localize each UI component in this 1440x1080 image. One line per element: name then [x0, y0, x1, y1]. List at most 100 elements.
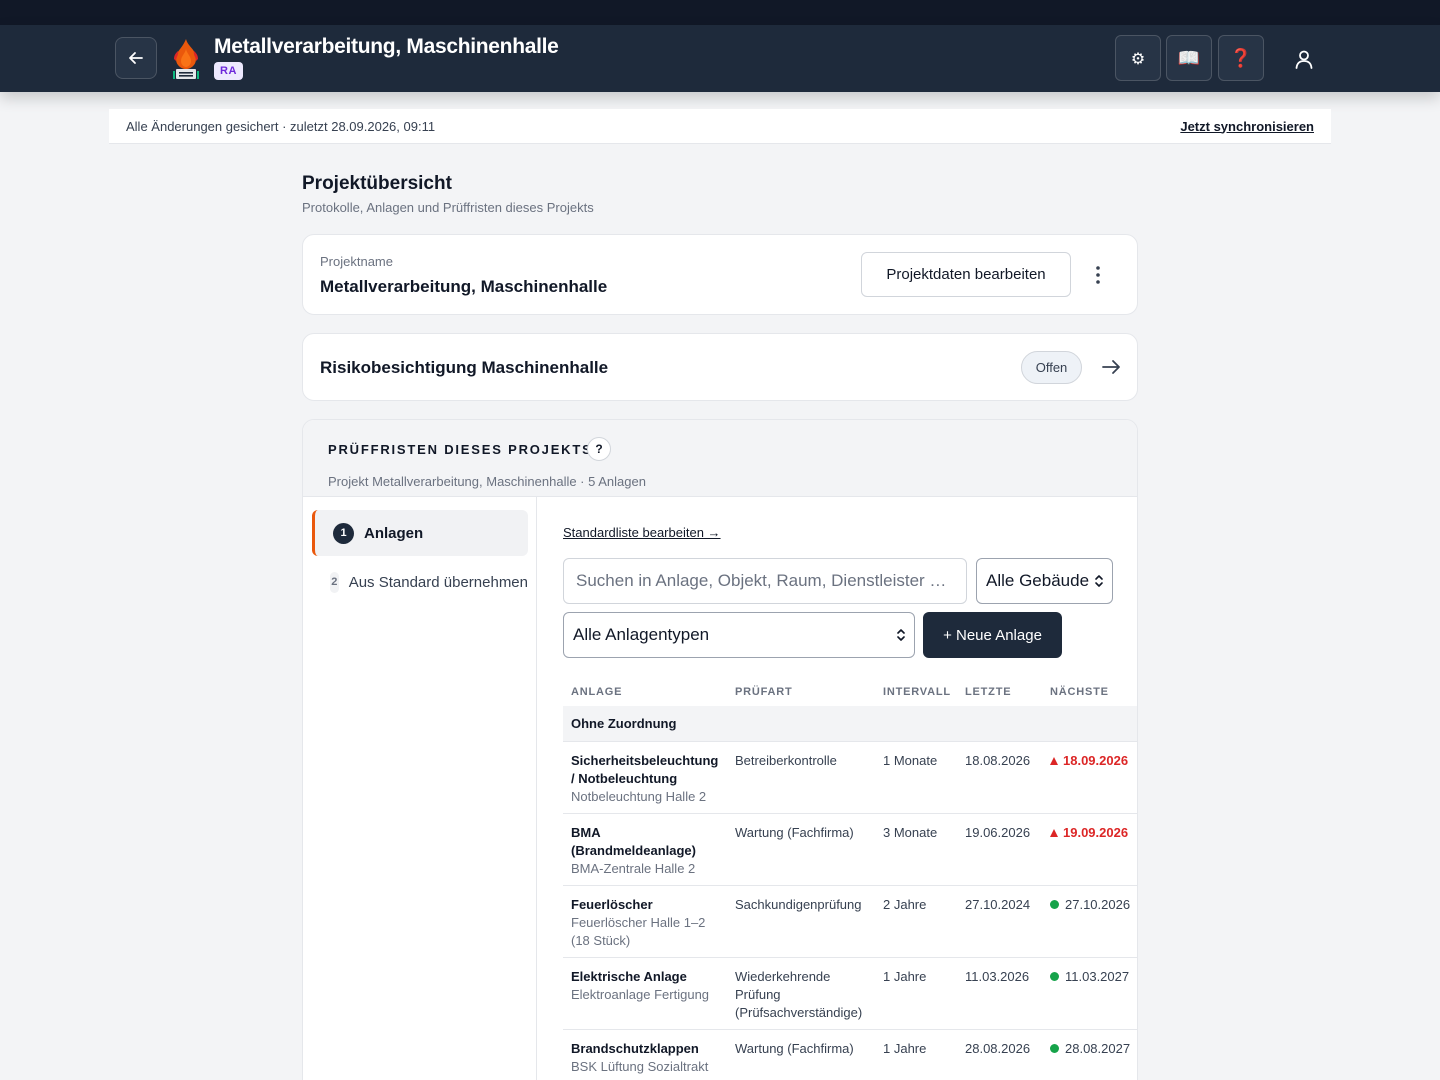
page-subtitle: Protokolle, Anlagen und Prüffristen dies… — [302, 200, 594, 215]
interval: 1 Jahre — [875, 957, 957, 1030]
step-navigation: 1 Anlagen 2 Aus Standard übernehmen — [303, 497, 537, 1080]
project-name-value: Metallverarbeitung, Maschinenhalle — [320, 277, 608, 296]
gear-icon: ⚙ — [1130, 48, 1146, 68]
step-label: Anlagen — [364, 524, 424, 542]
deadlines-help-button[interactable]: ? — [587, 437, 611, 461]
next-date: 19.09.2026 — [1063, 824, 1129, 840]
table-row[interactable]: Brandschutzklappen BSK Lüftung Sozialtrak… — [563, 1029, 1137, 1080]
sync-now-link[interactable]: Jetzt synchronisieren — [1180, 119, 1314, 134]
last-date: 18.08.2026 — [957, 741, 1042, 814]
system-object: Feuerlöscher Halle 1–2 (18 Stück) — [571, 914, 706, 948]
type-filter-select[interactable]: Alle Anlagentypen — [563, 612, 915, 658]
open-inspection-button[interactable] — [1100, 356, 1122, 378]
warning-triangle-icon — [1050, 828, 1058, 837]
sync-status-bar: Alle Änderungen gesichert · zuletzt 28.0… — [109, 109, 1331, 144]
kebab-menu-icon — [1096, 266, 1100, 284]
more-options-button[interactable] — [1089, 260, 1107, 290]
role-badge: RA — [214, 62, 244, 80]
deadlines-subtitle: Projekt Metallverarbeitung, Maschinenhal… — [328, 474, 646, 489]
question-mark-icon: ❓ — [1229, 47, 1253, 69]
status-ok-dot-icon — [1050, 1043, 1059, 1053]
risk-inspection-title: Risikobesichtigung Maschinenhalle — [320, 358, 609, 377]
flame-logo-icon — [170, 37, 202, 81]
window-top-strip — [0, 0, 1440, 25]
building-filter-select[interactable]: Alle Gebäude — [976, 558, 1113, 604]
table-row[interactable]: Elektrische Anlage Elektroanlage Fertigun… — [563, 957, 1137, 1030]
next-date-cell: 27.10.2026 — [1050, 897, 1130, 912]
table-header-row: ANLAGE PRÜFART INTERVALL LETZTE NÄCHSTE — [563, 677, 1137, 706]
system-object: BMA-Zentrale Halle 2 — [571, 860, 696, 876]
deadlines-title: PRÜFFRISTEN DIESES PROJEKTS — [328, 442, 593, 457]
book-icon: 📖 — [1177, 47, 1201, 69]
edit-standard-list-link[interactable]: Standardliste bearbeiten → — [563, 525, 721, 540]
system-name: BMA (Brandmeldeanlage) — [571, 824, 696, 858]
app-title: Metallverarbeitung, Maschinenhalle — [214, 35, 559, 58]
inspection-type: Betreiberkontrolle — [727, 741, 875, 814]
table-row[interactable]: Sicherheitsbeleuchtung / Notbeleuchtung N… — [563, 741, 1137, 814]
step-number: 1 — [333, 522, 354, 544]
column-header[interactable]: NÄCHSTE — [1042, 677, 1137, 706]
next-date: 18.09.2026 — [1063, 752, 1129, 768]
system-name: Sicherheitsbeleuchtung / Notbeleuchtung — [571, 752, 719, 786]
table-row[interactable]: Feuerlöscher Feuerlöscher Halle 1–2 (18 S… — [563, 885, 1137, 958]
project-name-label: Projektname — [320, 254, 393, 269]
help-button[interactable]: ❓ — [1218, 35, 1264, 81]
interval: 1 Jahre — [875, 1029, 957, 1080]
system-object: Elektroanlage Fertigung — [571, 986, 710, 1002]
interval: 1 Monate — [875, 741, 957, 814]
back-arrow-icon — [129, 52, 143, 64]
system-name: Elektrische Anlage — [571, 968, 687, 984]
select-chevron-icon — [897, 629, 905, 641]
next-date: 11.03.2027 — [1065, 968, 1130, 984]
manual-button[interactable]: 📖 — [1166, 35, 1212, 81]
system-name: Brandschutzklappen — [571, 1040, 699, 1056]
system-name: Feuerlöscher — [571, 896, 653, 912]
edit-project-button[interactable]: Projektdaten bearbeiten — [861, 252, 1071, 297]
step-anlagen[interactable]: 1 Anlagen — [312, 510, 528, 556]
last-date: 19.06.2026 — [957, 813, 1042, 886]
column-header[interactable]: PRÜFART — [727, 677, 875, 706]
column-header[interactable]: ANLAGE — [563, 677, 727, 706]
user-icon — [1295, 50, 1313, 69]
page-title: Projektübersicht — [302, 173, 452, 194]
status-ok-dot-icon — [1050, 971, 1059, 981]
system-object: Notbeleuchtung Halle 2 — [571, 788, 707, 804]
next-date-cell: 28.08.2027 — [1050, 1041, 1130, 1056]
next-date: 27.10.2026 — [1065, 896, 1131, 912]
user-menu-button[interactable] — [1288, 43, 1320, 75]
deadlines-header: PRÜFFRISTEN DIESES PROJEKTS ? Projekt Me… — [303, 420, 1137, 497]
last-date: 11.03.2026 — [957, 957, 1042, 1030]
select-chevron-icon — [1095, 575, 1103, 587]
next-date-cell: 18.09.2026 — [1050, 753, 1128, 768]
project-name-card: Projektname Metallverarbeitung, Maschine… — [302, 234, 1138, 315]
status-ok-dot-icon — [1050, 899, 1059, 909]
inspection-deadlines-card: PRÜFFRISTEN DIESES PROJEKTS ? Projekt Me… — [302, 419, 1138, 1080]
group-label: Ohne Zuordnung — [563, 706, 1137, 742]
arrow-right-icon — [1102, 360, 1120, 374]
app-header: Metallverarbeitung, Maschinenhalle RA ⚙ … — [0, 25, 1440, 92]
column-header[interactable]: INTERVALL — [875, 677, 957, 706]
table-row[interactable]: BMA (Brandmeldeanlage) BMA-Zentrale Halle… — [563, 813, 1137, 886]
risk-inspection-card[interactable]: Risikobesichtigung Maschinenhalle Offen — [302, 333, 1138, 401]
inspection-type: Wartung (Fachfirma) — [727, 1029, 875, 1080]
warning-triangle-icon — [1050, 756, 1058, 765]
settings-button[interactable]: ⚙ — [1115, 35, 1161, 81]
search-input[interactable] — [563, 558, 967, 604]
deadlines-table: ANLAGE PRÜFART INTERVALL LETZTE NÄCHSTE … — [563, 677, 1137, 1080]
step-number: 2 — [330, 571, 339, 593]
inspection-type: Wartung (Fachfirma) — [727, 813, 875, 886]
next-date-cell: 19.09.2026 — [1050, 825, 1128, 840]
new-system-button[interactable]: + Neue Anlage — [923, 612, 1062, 658]
inspection-type: Wiederkehrende Prüfung (Prüfsachverständ… — [727, 957, 875, 1030]
step-from-standard[interactable]: 2 Aus Standard übernehmen — [312, 559, 528, 605]
sync-status-text: Alle Änderungen gesichert · zuletzt 28.0… — [126, 118, 436, 134]
interval: 2 Jahre — [875, 885, 957, 958]
column-header[interactable]: LETZTE — [957, 677, 1042, 706]
next-date-cell: 11.03.2027 — [1050, 969, 1129, 984]
building-filter-value: Alle Gebäude — [986, 571, 1090, 590]
last-date: 27.10.2024 — [957, 885, 1042, 958]
status-badge: Offen — [1021, 351, 1082, 384]
back-button[interactable] — [115, 37, 157, 79]
system-object: BSK Lüftung Sozialtrakt — [571, 1058, 709, 1074]
last-date: 28.08.2026 — [957, 1029, 1042, 1080]
